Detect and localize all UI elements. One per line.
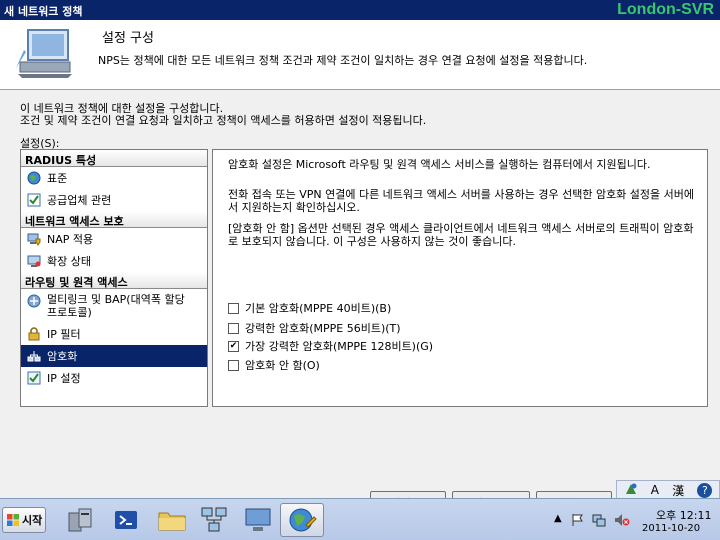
tree-item-label: NAP 적용 <box>47 232 94 246</box>
monitor-network-icon <box>16 29 72 78</box>
option-label: 강력한 암호화(MPPE 56비트)(T) <box>245 322 401 335</box>
basic-encryption-checkbox[interactable] <box>228 302 239 314</box>
strong-encryption-checkbox[interactable] <box>228 322 239 334</box>
ime-mode-alpha[interactable]: A <box>651 483 659 497</box>
monitor-icon <box>245 508 271 531</box>
strongest-encryption-checkbox[interactable]: ✔ <box>228 340 239 352</box>
tree-item-label: 암호화 <box>47 349 78 363</box>
network-computers-icon <box>201 507 227 532</box>
checklist-icon <box>26 192 42 208</box>
taskbar-remote-desktop[interactable] <box>236 503 280 537</box>
ip-settings-icon <box>26 370 42 386</box>
help-icon[interactable]: ? <box>697 482 713 498</box>
globe-icon <box>26 170 42 186</box>
option-label: 가장 강력한 암호화(MPPE 128비트)(G) <box>245 340 434 353</box>
category-routing-remote-access: 라우팅 및 원격 액세스 <box>21 272 207 289</box>
lock-icon <box>26 326 42 342</box>
encryption-settings-panel: 암호화 설정은 Microsoft 라우팅 및 원격 액세스 서비스를 실행하는… <box>212 149 708 407</box>
start-label: 시작 <box>22 514 43 527</box>
tree-item-nap-enforcement[interactable]: NAP 적용 <box>21 228 207 250</box>
clock-time[interactable]: 오후 12:11 <box>656 507 711 523</box>
option-no-encryption[interactable]: 암호화 안 함(O) <box>228 357 320 373</box>
wizard-header: 설정 구성 NPS는 정책에 대한 모든 네트워크 정책 조건과 제약 조건이 … <box>0 20 720 90</box>
tree-item-extended-state[interactable]: 확장 상태 <box>21 250 207 272</box>
category-radius-attributes: RADIUS 특성 <box>21 150 207 167</box>
network-tray-icon[interactable] <box>592 513 606 527</box>
settings-tree[interactable]: RADIUS 특성 표준 공급업체 관련 네트워크 액세스 보호 NAP 적용 … <box>20 149 208 407</box>
no-encryption-checkbox[interactable] <box>228 359 239 371</box>
show-hidden-icons-icon[interactable]: ▲ <box>554 513 562 524</box>
taskbar-explorer[interactable] <box>150 503 194 537</box>
page-title: 설정 구성 <box>102 31 154 46</box>
action-center-flag-icon[interactable] <box>570 513 584 527</box>
multilink-icon <box>26 293 42 309</box>
server-watermark: London-SVR <box>617 1 714 18</box>
ime-mode-hanja[interactable]: 漢 <box>672 482 684 499</box>
monitor-status-icon <box>26 253 42 269</box>
volume-muted-icon[interactable] <box>614 513 630 527</box>
network-key-icon <box>26 348 42 364</box>
server-manager-icon <box>68 508 92 532</box>
option-strong-encryption[interactable]: 강력한 암호화(MPPE 56비트)(T) <box>228 320 401 336</box>
new-network-policy-dialog: 새 네트워크 정책 London-SVR 설정 구성 NPS는 정책에 대한 모… <box>0 0 720 513</box>
tree-item-label: 표준 <box>47 171 68 185</box>
category-network-access-protection: 네트워크 액세스 보호 <box>21 211 207 228</box>
tree-item-label: IP 설정 <box>47 371 81 385</box>
encryption-support-text: 암호화 설정은 Microsoft 라우팅 및 원격 액세스 서비스를 실행하는… <box>228 158 651 171</box>
intro-line-2: 조건 및 제약 조건이 연결 요청과 일치하고 정책이 액세스를 허용하면 설정… <box>20 114 427 127</box>
language-bar[interactable]: A 漢 ? <box>616 480 720 500</box>
taskbar-server-manager[interactable] <box>58 503 102 537</box>
tree-item-label: 멀티링크 및 BAP(대역폭 할당 프로토콜) <box>47 293 185 319</box>
taskbar-network[interactable] <box>192 503 236 537</box>
option-basic-encryption[interactable]: 기본 암호화(MPPE 40비트)(B) <box>228 300 391 316</box>
clock-date[interactable]: 2011-10-20 <box>642 523 700 534</box>
tree-item-label: 공급업체 관련 <box>47 193 112 207</box>
ime-icon[interactable] <box>624 482 638 499</box>
start-button[interactable]: 시작 <box>2 507 46 533</box>
page-description: NPS는 정책에 대한 모든 네트워크 정책 조건과 제약 조건이 일치하는 경… <box>98 54 588 67</box>
powershell-icon <box>115 511 137 529</box>
option-label: 암호화 안 함(O) <box>245 359 320 372</box>
tree-item-standard[interactable]: 표준 <box>21 167 207 189</box>
tree-item-multilink-bap[interactable]: 멀티링크 및 BAP(대역폭 할당 프로토콜) <box>21 289 207 323</box>
taskbar-powershell[interactable] <box>104 503 148 537</box>
window-title: 새 네트워크 정책 <box>4 5 83 18</box>
other-server-text: 전화 접속 또는 VPN 연결에 다른 네트워크 액세스 서버를 사용하는 경우… <box>228 188 695 214</box>
tree-item-ip-filter[interactable]: IP 필터 <box>21 323 207 345</box>
windows-logo-icon <box>7 514 19 526</box>
tree-item-encryption[interactable]: 암호화 <box>21 345 207 367</box>
option-strongest-encryption[interactable]: ✔ 가장 강력한 암호화(MPPE 128비트)(G) <box>228 338 433 354</box>
system-tray: ▲ 오후 12:11 2011-10-20 <box>552 501 720 539</box>
tree-item-label: 확장 상태 <box>47 254 91 268</box>
folder-icon <box>158 512 186 531</box>
network-policy-server-icon <box>289 508 317 532</box>
taskbar: 시작 ▲ 오후 12:11 2011-10-20 <box>0 498 720 540</box>
computer-shield-icon <box>26 231 42 247</box>
tree-item-ip-settings[interactable]: IP 설정 <box>21 367 207 389</box>
tree-item-vendor-specific[interactable]: 공급업체 관련 <box>21 189 207 211</box>
no-encryption-warning: [암호화 안 함] 옵션만 선택된 경우 액세스 클라이언트에서 네트워크 액세… <box>228 222 694 248</box>
title-bar[interactable]: 새 네트워크 정책 London-SVR <box>0 0 720 20</box>
option-label: 기본 암호화(MPPE 40비트)(B) <box>245 302 392 315</box>
tree-item-label: IP 필터 <box>47 327 81 341</box>
taskbar-nps[interactable] <box>280 503 324 537</box>
